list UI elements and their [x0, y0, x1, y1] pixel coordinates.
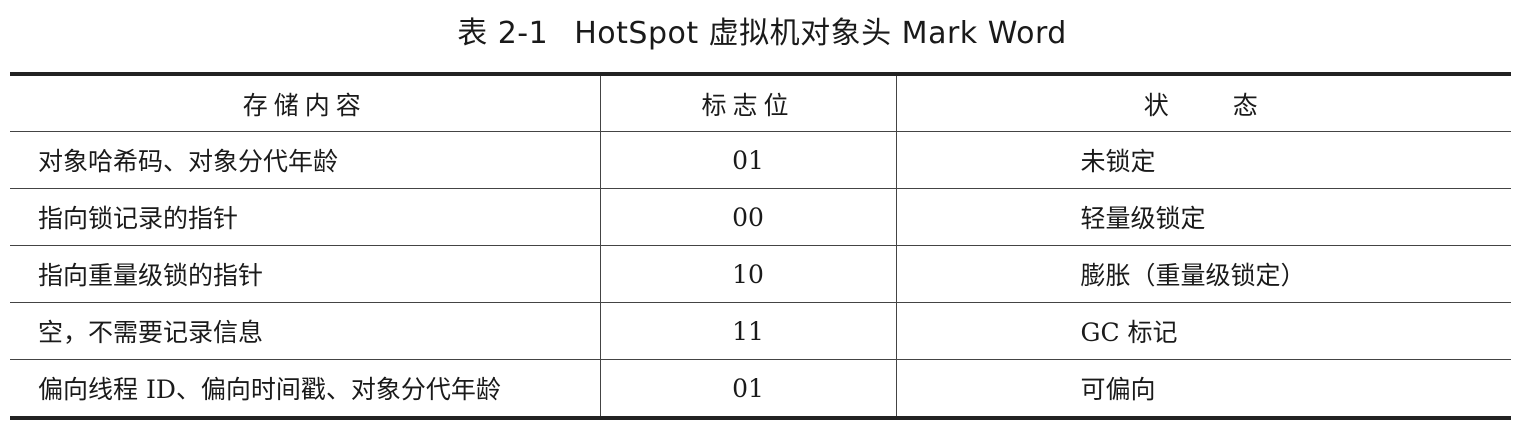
- cell-flag: 00: [599, 188, 896, 246]
- table-row: 对象哈希码、对象分代年龄 01 未锁定: [10, 131, 1511, 189]
- cell-content: 空，不需要记录信息: [10, 302, 600, 360]
- cell-state: GC 标记: [895, 302, 1511, 360]
- table-number: 表 2-1: [457, 16, 549, 51]
- cell-content: 指向重量级锁的指针: [10, 245, 600, 303]
- header-state-part-1: 状: [1143, 90, 1175, 120]
- header-state: 状态: [895, 74, 1511, 132]
- cell-state: 膨胀（重量级锁定）: [895, 245, 1511, 303]
- cell-content: 偏向线程 ID、偏向时间戳、对象分代年龄: [10, 359, 600, 419]
- header-content: 存储内容: [10, 74, 600, 132]
- table-caption: HotSpot 虚拟机对象头 Mark Word: [574, 16, 1067, 51]
- header-state-part-2: 态: [1232, 90, 1264, 120]
- mark-word-table: 存储内容 标志位 状态 对象哈希码、对象分代年龄 01 未锁定 指向锁记录的指针…: [10, 72, 1511, 420]
- table-title: 表 2-1 HotSpot 虚拟机对象头 Mark Word: [0, 8, 1524, 52]
- cell-state: 可偏向: [895, 359, 1511, 419]
- table-row: 空，不需要记录信息 11 GC 标记: [10, 302, 1511, 360]
- table-row: 偏向线程 ID、偏向时间戳、对象分代年龄 01 可偏向: [10, 359, 1511, 419]
- cell-flag: 01: [599, 359, 896, 419]
- cell-state: 轻量级锁定: [895, 188, 1511, 246]
- cell-flag: 01: [599, 131, 896, 189]
- cell-state: 未锁定: [895, 131, 1511, 189]
- cell-content: 对象哈希码、对象分代年龄: [10, 131, 600, 189]
- header-flag: 标志位: [599, 74, 896, 132]
- cell-flag: 11: [599, 302, 896, 360]
- table-row: 指向重量级锁的指针 10 膨胀（重量级锁定）: [10, 245, 1511, 303]
- table-row: 指向锁记录的指针 00 轻量级锁定: [10, 188, 1511, 246]
- cell-flag: 10: [599, 245, 896, 303]
- header-row: 存储内容 标志位 状态: [10, 74, 1511, 132]
- cell-content: 指向锁记录的指针: [10, 188, 600, 246]
